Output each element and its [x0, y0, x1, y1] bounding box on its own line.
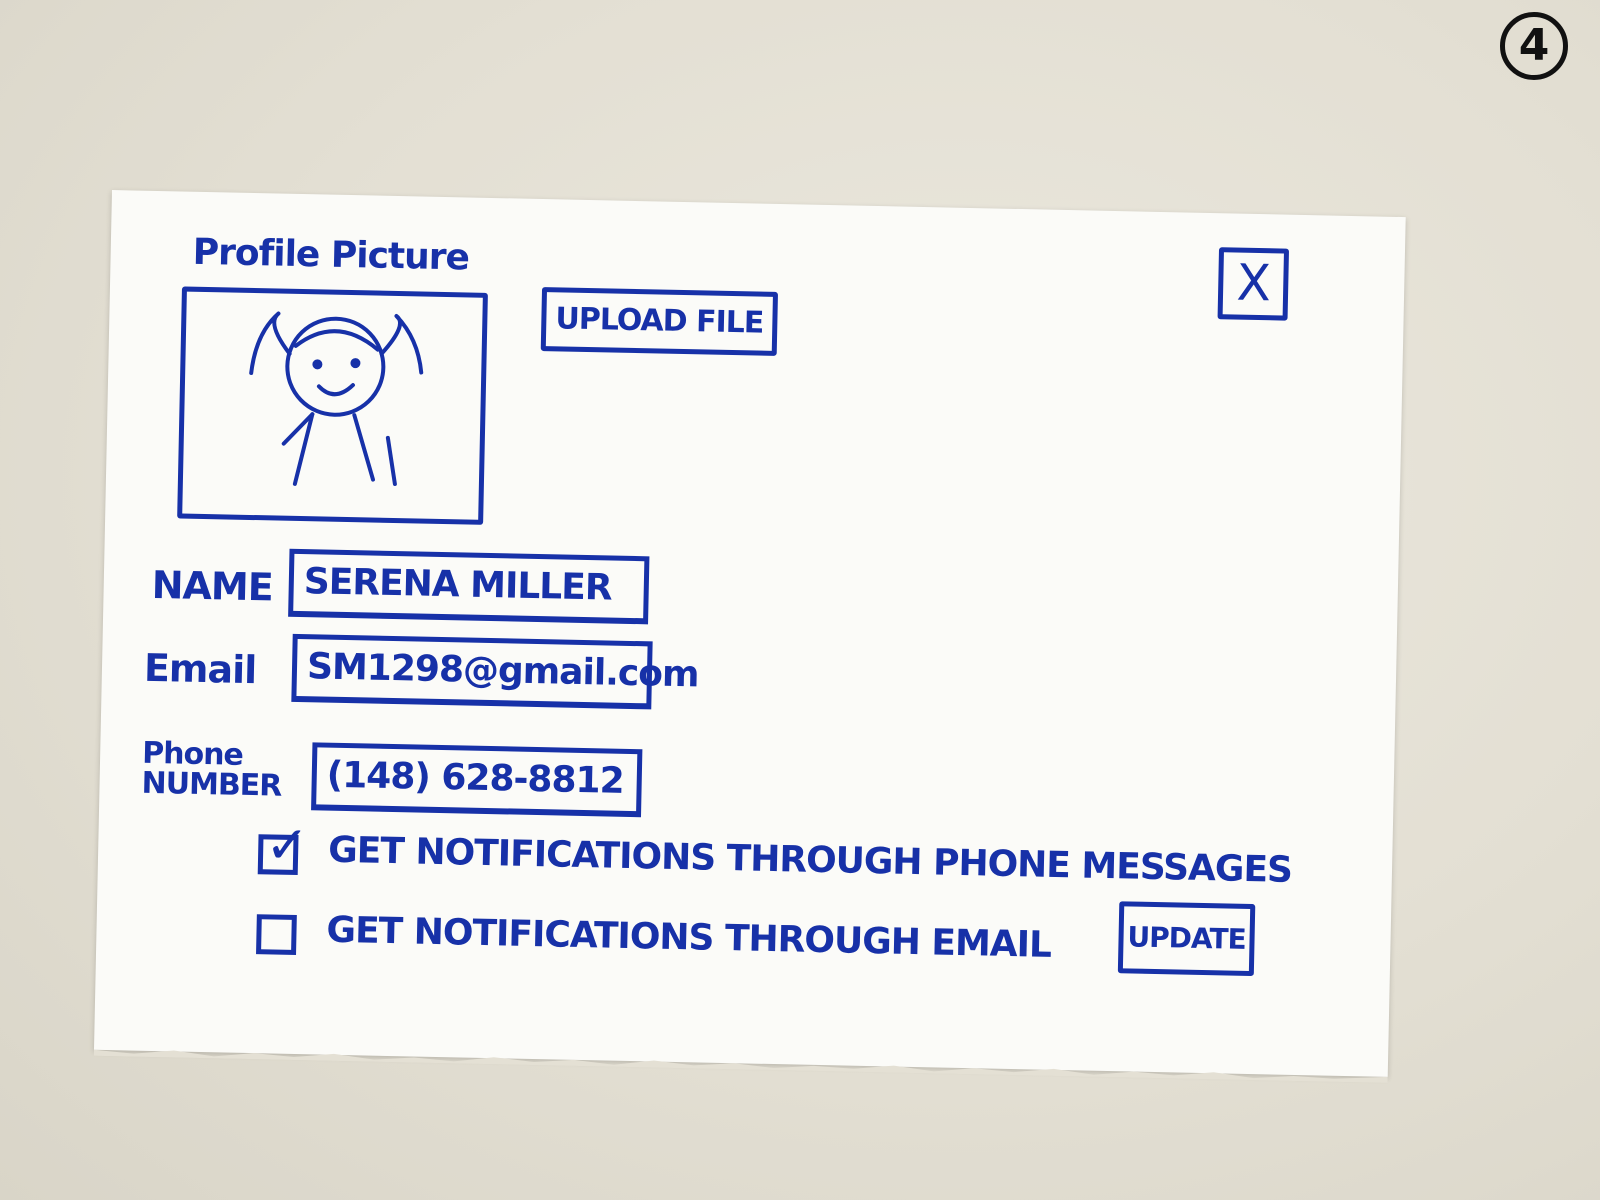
sketch-page-number: 4 — [1500, 12, 1568, 80]
profile-picture-heading: Profile Picture — [192, 231, 470, 279]
email-field[interactable]: SM1298@gmail.com — [291, 633, 699, 710]
name-field[interactable]: SERENA MILLER — [288, 548, 650, 625]
email-notification-checkbox[interactable] — [256, 914, 297, 956]
update-button[interactable]: UPDATE — [1117, 901, 1256, 977]
avatar-sketch-icon — [249, 311, 424, 486]
phone-notification-label: GET NOTIFICATIONS THROUGH PHONE MESSAGES — [327, 829, 1293, 891]
close-icon[interactable]: X — [1217, 247, 1290, 321]
profile-edit-card: Profile Picture UPLOAD FILE X NAME SEREN… — [93, 190, 1406, 1083]
upload-file-button[interactable]: UPLOAD FILE — [540, 287, 779, 356]
phone-number-field[interactable]: (148) 628-8812 — [311, 742, 643, 818]
profile-picture-frame[interactable] — [177, 286, 488, 525]
email-notification-label: GET NOTIFICATIONS THROUGH EMAIL — [326, 909, 1052, 966]
phone-number-label: Phone NUMBER — [141, 735, 282, 804]
phone-notification-checkbox[interactable]: ✓ — [257, 815, 310, 876]
checkmark-icon: ✓ — [264, 815, 310, 877]
email-label: Email — [143, 645, 257, 693]
name-label: NAME — [151, 562, 274, 610]
